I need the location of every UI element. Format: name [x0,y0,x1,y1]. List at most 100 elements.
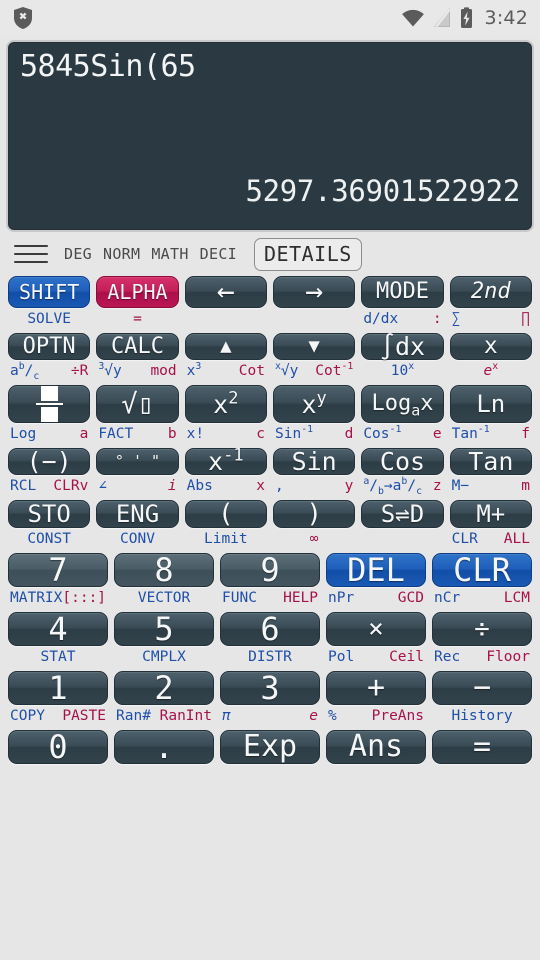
mode-flag-math[interactable]: MATH [151,245,188,263]
key-key[interactable]: √▯ [96,385,179,423]
key-sublabel-alpha[interactable]: y [345,479,354,494]
key-sublabel-shift[interactable]: VECTOR [138,591,190,606]
key-9[interactable]: 9 [220,553,321,587]
key-x2[interactable]: x2 [184,385,267,423]
key-sublabel-alpha[interactable]: f [521,427,530,442]
key-sublabel-alpha[interactable]: ∏ [521,312,530,327]
key-sublabel-alpha[interactable]: Ceil [389,650,424,665]
key-sublabel-alpha[interactable]: : [433,312,442,327]
key-tan[interactable]: Tan [449,448,532,475]
key-sublabel-shift[interactable]: π [222,709,231,724]
key-sublabel-shift[interactable]: FACT [98,427,133,442]
key-sublabel-shift[interactable]: Ran# [116,709,151,724]
key-sublabel-alpha[interactable]: x [256,479,265,494]
key-mode[interactable]: MODE [361,276,444,308]
key-sublabel-shift[interactable]: Tan-1 [452,424,490,442]
key-sublabel-shift[interactable]: ∠ [98,479,107,494]
key-sublabel-shift[interactable]: RCL [10,479,36,494]
key-key[interactable]: (−) [8,448,91,475]
key-alpha[interactable]: ALPHA [96,276,179,308]
key-sublabel-alpha[interactable]: GCD [398,591,424,606]
key-cos[interactable]: Cos [361,448,444,475]
key-sublabel-alpha[interactable]: PASTE [62,709,106,724]
key-key[interactable]: ▲ [184,333,267,360]
key-sublabel-alpha[interactable]: m [521,479,530,494]
mode-flag-deci[interactable]: DECI [200,245,237,263]
key-sublabel-shift[interactable]: COPY [10,709,45,724]
key-sublabel-alpha[interactable]: [:::] [62,591,106,606]
key-x[interactable]: x [449,333,532,360]
key-key[interactable]: ( [184,500,267,528]
key-sublabel-alpha[interactable]: a [80,427,89,442]
key-sublabel-shift[interactable]: Cos-1 [363,424,401,442]
key-sublabel-shift[interactable]: x! [187,427,204,442]
key-sublabel-alpha[interactable]: z [433,479,442,494]
key-sublabel-shift[interactable]: 10x [391,361,414,379]
key-sublabel-shift[interactable]: Sin-1 [275,424,313,442]
key-key[interactable]: → [272,276,356,308]
key-sublabel-alpha[interactable]: ex [483,361,498,379]
key-sublabel-alpha[interactable]: CLRv [53,479,88,494]
key-sublabel-alpha[interactable]: e [433,427,442,442]
key-sublabel-shift[interactable]: ab/c [10,361,39,381]
key-sublabel-alpha[interactable]: ∞ [310,532,319,547]
key-1[interactable]: 1 [8,671,108,705]
key-7[interactable]: 7 [8,553,109,587]
key-2nd[interactable]: 2nd [449,276,532,308]
key-sublabel-shift[interactable]: Log [10,427,36,442]
key-key[interactable]: = [432,730,532,764]
calculator-display[interactable]: 5845Sin(65 5297.36901522922 [6,40,534,232]
key-sublabel-alpha[interactable]: d [345,427,354,442]
key-sto[interactable]: STO [8,500,91,528]
key-key[interactable]: . [114,730,214,764]
key-key[interactable]: × [326,612,426,646]
key-key[interactable]: ÷ [432,612,532,646]
key-calc[interactable]: CALC [96,333,179,360]
key-3[interactable]: 3 [220,671,320,705]
key-sublabel-alpha[interactable]: b [168,427,177,442]
key-del[interactable]: DEL [326,553,426,587]
key-sublabel-alpha[interactable]: i [168,479,177,494]
key-sublabel-shift[interactable]: CMPLX [142,650,186,665]
details-button[interactable]: DETAILS [253,237,362,271]
key-sin[interactable]: Sin [272,448,356,475]
key-fraction-icon[interactable] [8,385,91,423]
key-8[interactable]: 8 [114,553,215,587]
key-sublabel-alpha[interactable]: c [256,427,265,442]
key-sublabel-shift[interactable]: Rec [434,650,460,665]
key-sublabel-alpha[interactable]: Cot-1 [315,361,353,379]
key-sublabel-alpha[interactable]: Cot [239,364,265,379]
key-xy[interactable]: xy [272,385,356,423]
key-sublabel-shift[interactable]: ∑ [452,312,461,327]
key-sublabel-shift[interactable]: SOLVE [27,312,71,327]
key-ans[interactable]: Ans [326,730,426,764]
key-sublabel-alpha[interactable]: RanInt [160,709,212,724]
key-sublabel-shift[interactable]: CONV [120,532,155,547]
key-sublabel-shift[interactable]: d/dx [363,312,398,327]
key-eng[interactable]: ENG [96,500,179,528]
key-exp[interactable]: Exp [220,730,320,764]
key-0[interactable]: 0 [8,730,108,764]
key-sublabel-shift[interactable]: , [275,479,284,494]
key-sublabel-alpha[interactable]: e [309,709,318,724]
key-sublabel-shift[interactable]: nPr [328,591,354,606]
key-sublabel-alpha[interactable]: PreAns [372,709,424,724]
key-sublabel-shift[interactable]: CONST [27,532,71,547]
key-5[interactable]: 5 [114,612,214,646]
key-sublabel-alpha[interactable]: Floor [486,650,530,665]
key-sublabel-alpha[interactable]: ALL [504,532,530,547]
key-sublabel-alpha[interactable]: HELP [283,591,318,606]
key-sublabel-shift[interactable]: x3 [187,361,202,379]
key-2[interactable]: 2 [114,671,214,705]
key-dx[interactable]: ∫dx [361,333,444,360]
key-sublabel-shift[interactable]: MATRIX [10,591,62,606]
key-sublabel-alpha[interactable]: = [133,312,142,327]
key-sublabel-shift[interactable]: nCr [434,591,460,606]
key-s-d[interactable]: S⇌D [361,500,444,528]
key-ln[interactable]: Ln [449,385,532,423]
key-sublabel-shift[interactable]: History [451,709,512,724]
key-6[interactable]: 6 [220,612,320,646]
mode-flag-deg[interactable]: DEG [64,245,92,263]
key-logax[interactable]: Logax [361,385,444,423]
key-sublabel-shift[interactable]: Abs [187,479,213,494]
